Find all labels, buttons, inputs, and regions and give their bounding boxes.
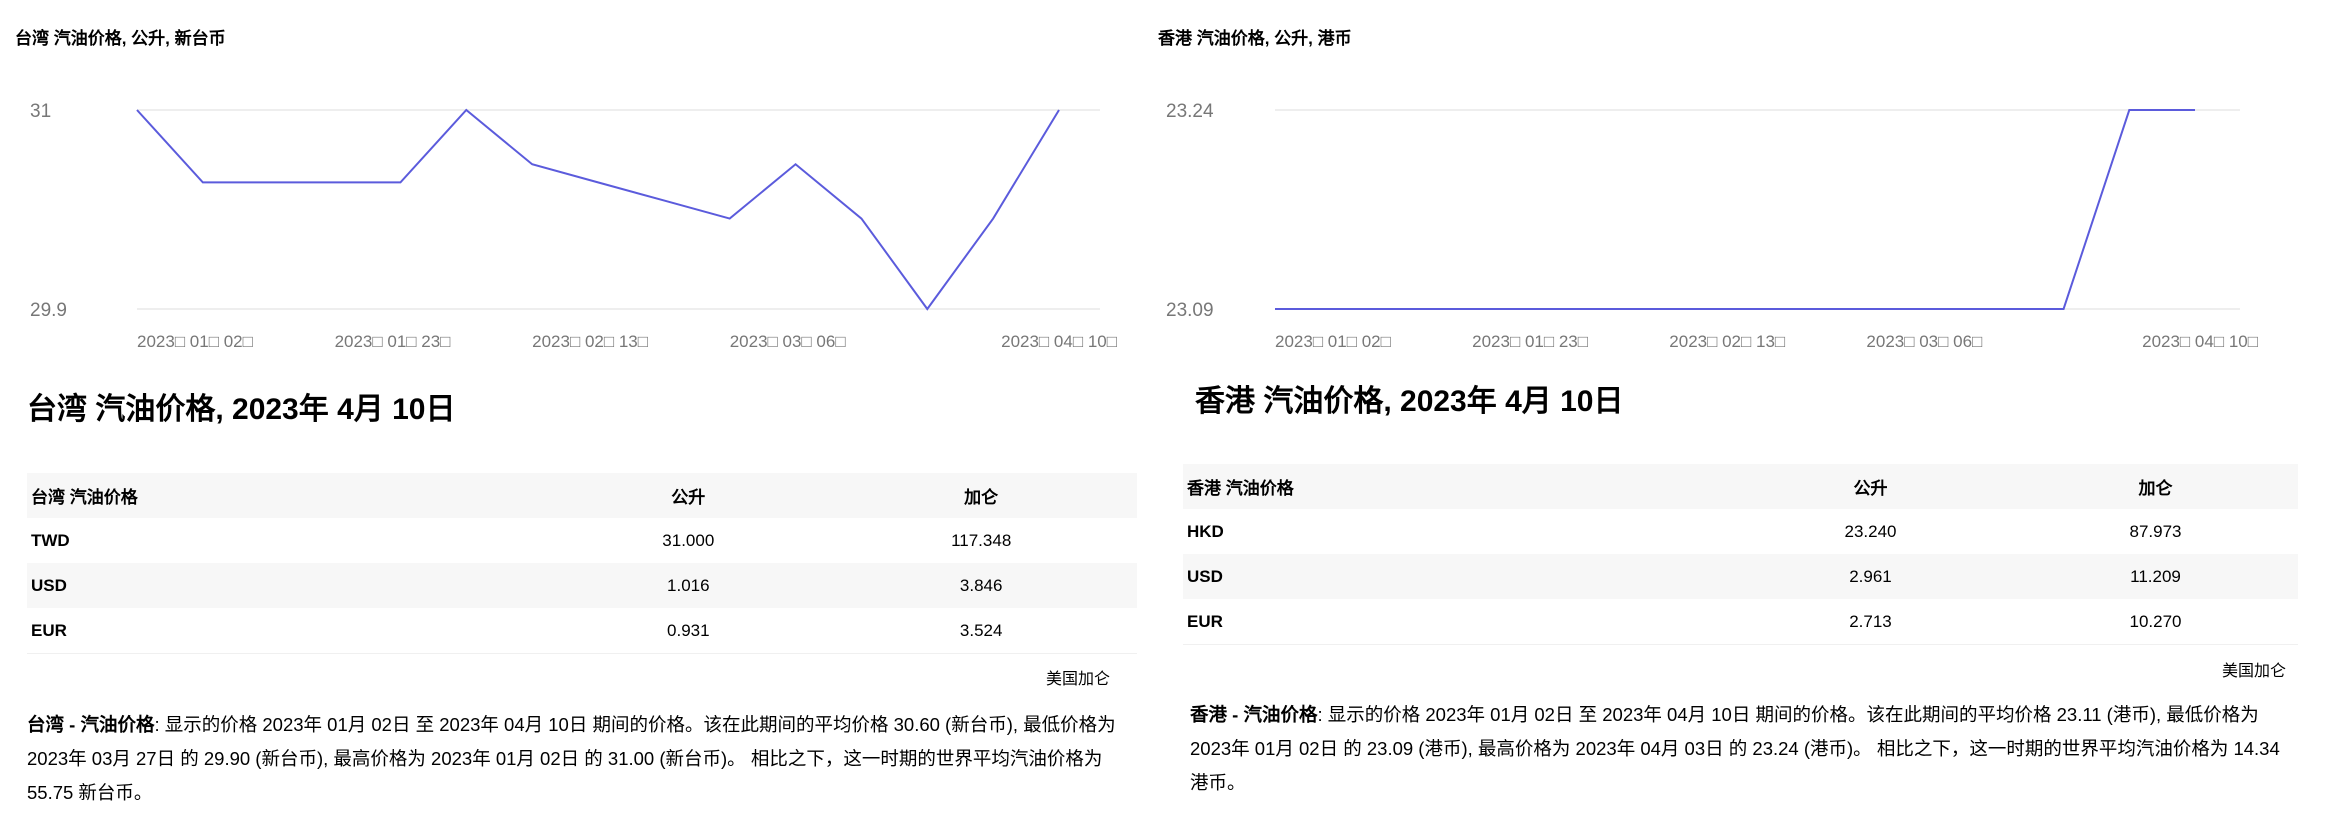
table-row: EUR 0.931 3.524 [27, 608, 1137, 654]
currency-cell: HKD [1187, 521, 1224, 541]
summary-taiwan: 台湾 - 汽油价格: 显示的价格 2023年 01月 02日 至 2023年 0… [27, 708, 1137, 810]
x-tick-label: 2023□ 03□ 06□ [1866, 332, 1982, 351]
table-header: 台湾 汽油价格 [27, 473, 552, 518]
table-header-row: 香港 汽油价格 公升 加仑 [1183, 464, 2298, 509]
currency-cell: TWD [31, 530, 70, 550]
currency-cell: EUR [1183, 599, 1728, 645]
y-tick-label: 23.24 [1166, 101, 1214, 122]
table-row: HKD 23.240 87.973 [1183, 509, 2298, 554]
liter-cell: 0.931 [551, 608, 826, 654]
currency-cell: USD [27, 563, 552, 608]
unit-note-taiwan: 美国加仑 [1045, 671, 1110, 688]
liter-cell: 2.713 [1727, 599, 2013, 645]
line-chart-hongkong: 23.24 23.09 2023□ 01□ 02□ 2023□ 01□ 23□ 2023… [1166, 101, 2258, 351]
currency-cell: EUR [27, 608, 552, 654]
summary-label: 香港 - 汽油价格 [1190, 704, 1318, 725]
table-row: EUR 2.713 10.270 [1183, 599, 2298, 645]
summary-text: : 显示的价格 2023年 01月 02日 至 2023年 04月 10日 期间… [27, 714, 1116, 803]
summary-text: : 显示的价格 2023年 01月 02日 至 2023年 04月 10日 期间… [1190, 704, 2280, 793]
table-row: USD 2.961 11.209 [1183, 554, 2298, 599]
gallon-cell: 3.524 [825, 608, 1137, 654]
table-header: 香港 汽油价格 [1183, 464, 1728, 509]
table-row: USD 1.016 3.846 [27, 563, 1137, 608]
liter-cell: 2.961 [1727, 554, 2013, 599]
unit-note-hongkong: 美国加仑 [2221, 663, 2286, 680]
summary-label: 台湾 - 汽油价格 [27, 714, 155, 735]
series-line [1275, 109, 2195, 310]
gallon-cell: 11.209 [2012, 554, 2298, 599]
table-header: 公升 [551, 473, 826, 518]
x-tick-label: 2023□ 04□ 10□ [2142, 332, 2258, 351]
gallon-cell: 87.973 [2129, 521, 2182, 541]
y-tick-label: 23.09 [1166, 300, 1214, 321]
x-tick-label: 2023□ 02□ 13□ [1669, 332, 1785, 351]
price-table-hongkong: 香港 汽油价格 公升 加仑 HKD 23.240 87.973 USD 2.96… [1183, 464, 2298, 645]
x-tick-label: 2023□ 01□ 23□ [1472, 332, 1588, 351]
table-header: 公升 [1727, 464, 2013, 509]
table-header-row: 台湾 汽油价格 公升 加仑 [27, 473, 1137, 518]
liter-cell: 23.240 [1844, 521, 1897, 541]
gallon-cell: 3.846 [825, 563, 1137, 608]
table-header: 加仑 [825, 473, 1137, 518]
table-header: 加仑 [2012, 464, 2298, 509]
gallon-cell: 117.348 [951, 530, 1012, 550]
gallon-cell: 10.270 [2012, 599, 2298, 645]
x-tick-label: 2023□ 01□ 02□ [1275, 332, 1391, 351]
currency-cell: USD [1183, 554, 1728, 599]
heading-hongkong: 香港 汽油价格, 2023年 4月 10日 [1195, 385, 1624, 418]
liter-cell: 31.000 [662, 530, 715, 550]
summary-hongkong: 香港 - 汽油价格: 显示的价格 2023年 01月 02日 至 2023年 0… [1190, 698, 2300, 800]
table-row: TWD 31.000 117.348 [27, 518, 1137, 563]
liter-cell: 1.016 [551, 563, 826, 608]
price-table-taiwan: 台湾 汽油价格 公升 加仑 TWD 31.000 117.348 USD 1.0… [27, 473, 1137, 654]
heading-taiwan: 台湾 汽油价格, 2023年 4月 10日 [27, 393, 456, 426]
